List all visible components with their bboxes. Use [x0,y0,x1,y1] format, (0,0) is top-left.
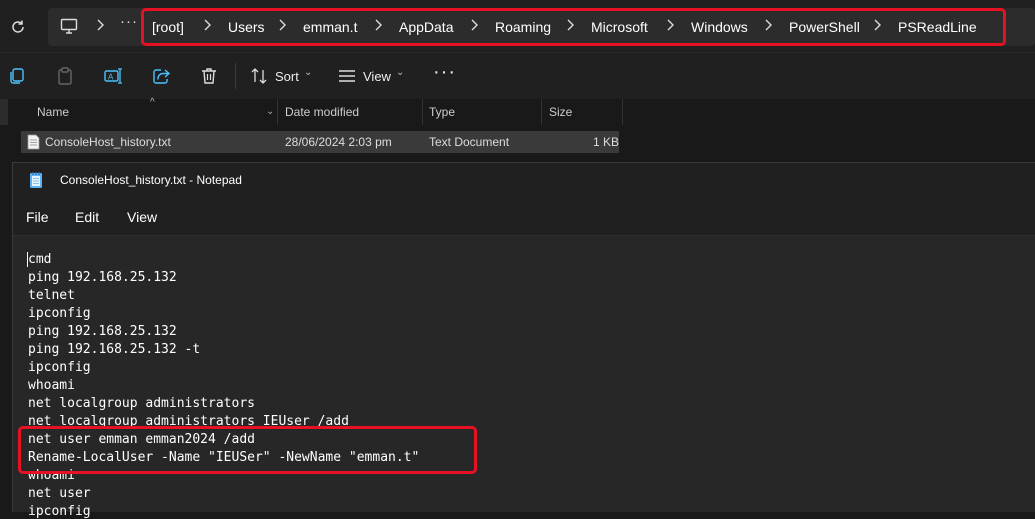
rename-icon[interactable]: A [103,66,123,86]
view-label: View [363,69,391,84]
text-line: ping 192.168.25.132 [28,270,177,285]
menu-file[interactable]: File [26,209,49,225]
menu-view[interactable]: View [127,209,157,225]
chevron-down-icon: ⌄ [396,67,405,78]
address-highlight-box [141,8,1006,46]
file-name[interactable]: ConsoleHost_history.txt [45,131,171,153]
file-list-header: Name ^ ⌄ Date modified Type Size [0,97,1035,125]
file-date: 28/06/2024 2:03 pm [285,135,392,149]
view-icon [339,70,355,82]
column-header-type[interactable]: Type [423,99,542,125]
notepad-icon [30,172,42,188]
column-header-date[interactable]: Date modified [278,99,423,125]
text-file-icon [27,134,40,150]
sort-ascending-icon: ^ [150,97,155,108]
file-size: 1 KB [593,135,620,149]
text-line: ipconfig [28,306,91,321]
paste-icon[interactable] [55,66,75,86]
sort-label: Sort [275,69,299,84]
file-row[interactable]: ConsoleHost_history.txt 28/06/2024 2:03 … [21,131,619,153]
column-size-label: Size [549,105,573,119]
text-line: net localgroup administrators [28,396,255,411]
text-line: ipconfig [28,360,91,375]
command-toolbar: A Sort ⌄ View ⌄ ··· [0,52,1035,100]
file-type: Text Document [429,135,510,149]
toolbar-separator [235,63,236,89]
text-line: cmd [28,252,52,267]
text-line: telnet [28,288,75,303]
text-line: ipconfig [28,504,91,519]
column-date-label: Date modified [285,105,360,119]
refresh-icon[interactable] [9,18,27,36]
column-header-size[interactable]: Size [542,99,623,125]
share-icon[interactable] [151,66,171,86]
chevron-right-icon[interactable] [94,17,106,33]
sort-icon [251,68,267,84]
text-line: ping 192.168.25.132 -t [28,342,201,357]
column-header-name[interactable]: Name ^ ⌄ [21,97,278,125]
svg-text:A: A [108,73,114,82]
text-line: net user [28,486,91,501]
this-pc-icon[interactable] [60,17,78,35]
copy-icon[interactable] [7,66,27,86]
left-pane-edge [0,99,8,125]
delete-icon[interactable] [199,66,219,86]
text-line: ping 192.168.25.132 [28,324,177,339]
notepad-title-bar[interactable]: ConsoleHost_history.txt - Notepad [13,163,1035,199]
notepad-title: ConsoleHost_history.txt - Notepad [60,173,242,187]
more-options-button[interactable]: ··· [433,61,456,84]
address-bar-area: ··· [root] Users emman.t AppData Roaming… [0,0,1035,52]
menu-edit[interactable]: Edit [75,209,99,225]
command-highlight-box [18,426,477,474]
text-line: whoami [28,378,75,393]
chevron-down-icon[interactable]: ⌄ [266,99,274,125]
breadcrumb-overflow[interactable]: ··· [120,13,138,30]
chevron-down-icon: ⌄ [304,67,313,78]
notepad-menu-bar: File Edit View [13,199,1035,236]
column-name-label: Name [37,105,70,119]
column-type-label: Type [429,105,456,119]
